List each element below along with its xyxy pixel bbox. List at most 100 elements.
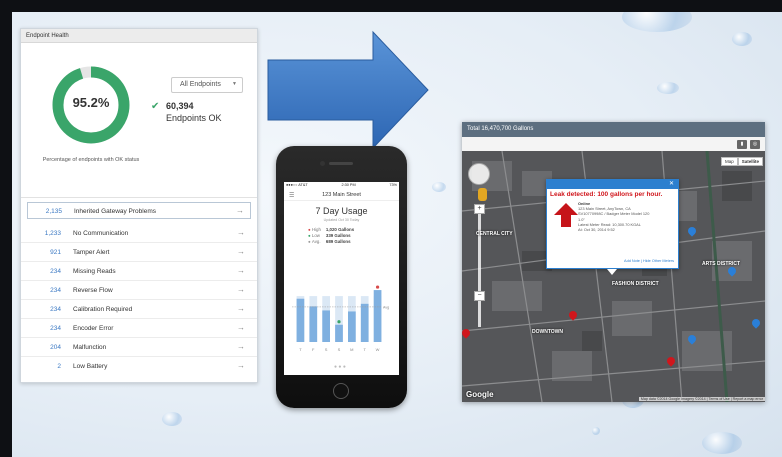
usage-bar[interactable] <box>322 310 330 342</box>
arrow-right-icon: → <box>237 342 245 351</box>
usage-bar[interactable] <box>296 298 305 342</box>
meter-model: SV10770998C / Badger Meter Model 120 <box>578 211 650 217</box>
water-drop <box>657 82 679 94</box>
water-drop <box>592 427 600 435</box>
leak-title: Leak detected: 100 gallons per hour. <box>550 191 663 198</box>
district-label: CENTRAL CITY <box>476 231 513 237</box>
popup-tail <box>607 269 617 275</box>
issue-row-encoder-error[interactable]: 234 Encoder Error → <box>21 319 257 338</box>
nav-title: 123 Main Street <box>322 192 361 198</box>
leak-details: Online 123 Main Street, AnyTown, CA SV10… <box>578 201 649 232</box>
issue-row-tamper-alert[interactable]: 921 Tamper Alert → <box>21 243 257 262</box>
ok-percent: 95.2% <box>72 95 110 110</box>
usage-bar[interactable] <box>348 311 356 342</box>
usage-tick-label: W <box>376 347 380 352</box>
home-button[interactable] <box>333 383 349 399</box>
legend-avg: ● Avg. 689 Gallons <box>308 239 351 244</box>
zoom-in-button[interactable]: + <box>474 204 485 214</box>
issue-label: Inherited Gateway Problems <box>74 208 157 215</box>
map-terms[interactable]: Map data ©2014 Google Imagery ©2014 | Te… <box>638 397 765 401</box>
endpoint-summary: 95.2% Percentage of endpoints with OK st… <box>21 43 257 198</box>
google-logo: Google <box>466 390 494 399</box>
filter-value: All Endpoints <box>180 81 221 88</box>
popup-links[interactable]: Add Note | Hide Other Meters <box>624 259 674 263</box>
water-drop <box>162 412 182 426</box>
chart-icon[interactable]: ▮ <box>737 140 747 149</box>
usage-legend: ● High 1,020 Gallons ● Low 339 Gallons ● A… <box>284 227 399 245</box>
arrow-right-icon: → <box>237 361 245 370</box>
hamburger-menu-icon[interactable]: ☰ <box>289 192 294 199</box>
usage-bar[interactable] <box>335 324 343 342</box>
usage-title: 7 Day Usage <box>315 206 368 216</box>
camera-icon <box>320 161 325 166</box>
issue-label: Missing Reads <box>73 268 116 275</box>
usage-tick-label: F <box>312 347 315 352</box>
issue-label: Reverse Flow <box>73 287 113 294</box>
issue-row-calibration-required[interactable]: 234 Calibration Required → <box>21 300 257 319</box>
issue-row-inherited-gateway[interactable]: 2,135 Inherited Gateway Problems → <box>27 202 251 219</box>
arrow-right-icon: → <box>237 304 245 313</box>
issue-count: 2,135 <box>45 208 62 215</box>
issue-row-reverse-flow[interactable]: 234 Reverse Flow → <box>21 281 257 300</box>
issue-row-low-battery[interactable]: 2 Low Battery → <box>21 357 257 376</box>
water-drop <box>732 32 752 46</box>
close-icon[interactable]: ✕ <box>669 180 674 187</box>
pan-control[interactable] <box>468 163 490 185</box>
usage-tick-label: T <box>299 347 302 352</box>
usage-bar-chart: T F S S M T W Avg <box>292 285 389 352</box>
globe-icon[interactable]: ◎ <box>750 140 760 149</box>
map-view[interactable]: Map Satellite + − CENTRAL CITY FASHION D… <box>462 151 765 402</box>
flow-arrow-icon <box>267 30 429 150</box>
app-nav-bar: ☰ 123 Main Street <box>284 189 399 201</box>
issue-row-malfunction[interactable]: 204 Malfunction → <box>21 338 257 357</box>
arrow-right-icon: → <box>237 247 245 256</box>
issue-row-no-communication[interactable]: 1,233 No Communication → <box>21 224 257 243</box>
usage-bar[interactable] <box>360 303 369 342</box>
usage-subtitle: Updated Oct 30 Today <box>323 218 360 222</box>
usage-avg-label: Avg <box>383 305 389 309</box>
status-bar: ●●●○○ AT&T 2:30 PM 73% <box>284 182 399 189</box>
usage-low-marker <box>337 320 341 324</box>
issue-row-missing-reads[interactable]: 234 Missing Reads → <box>21 262 257 281</box>
map-type-satellite[interactable]: Satellite <box>737 157 763 166</box>
issue-count: 204 <box>50 344 61 351</box>
usage-bar[interactable] <box>373 290 382 342</box>
endpoint-filter-select[interactable]: All Endpoints ▼ <box>171 77 243 93</box>
phone-screen: ●●●○○ AT&T 2:30 PM 73% ☰ 123 Main Street… <box>284 182 399 375</box>
issue-count: 234 <box>50 325 61 332</box>
ok-label: Endpoints OK <box>166 113 222 123</box>
map-type-map[interactable]: Map <box>720 157 738 166</box>
issue-label: Encoder Error <box>73 325 114 332</box>
water-drop <box>622 12 692 32</box>
checkmark-icon: ✔ <box>151 101 160 112</box>
issue-count: 234 <box>50 268 61 275</box>
issue-count: 2 <box>57 363 61 370</box>
district-label: ARTS DISTRICT <box>702 261 741 267</box>
issue-label: Malfunction <box>73 344 107 351</box>
read-time: At: Oct 30, 2014 9:52 <box>578 227 615 233</box>
arrow-right-icon: → <box>237 228 245 237</box>
water-drop <box>432 182 446 192</box>
leak-alert-arrow-icon <box>554 203 578 227</box>
popup-header: ✕ <box>547 180 678 189</box>
district-label: FASHION DISTRICT <box>612 281 659 287</box>
zoom-out-button[interactable]: − <box>474 291 485 301</box>
map-title: Total 16,470,700 Gallons <box>462 122 765 137</box>
map-toolbar: ▮ ◎ <box>462 137 765 151</box>
usage-high-marker <box>375 285 380 289</box>
issue-count: 1,233 <box>44 230 61 237</box>
donut-caption: Percentage of endpoints with OK status <box>42 157 140 163</box>
zoom-slider[interactable] <box>478 207 481 327</box>
issue-label: Low Battery <box>73 363 108 370</box>
usage-tick-label: T <box>363 347 366 352</box>
mobile-phone: ●●●○○ AT&T 2:30 PM 73% ☰ 123 Main Street… <box>276 146 407 408</box>
leak-popup: ✕ Leak detected: 100 gallons per hour. O… <box>546 179 679 275</box>
usage-bar[interactable] <box>309 306 318 342</box>
page-dots: ● ● ● <box>334 364 346 370</box>
map-panel: Total 16,470,700 Gallons ▮ ◎ Map Satelli… <box>462 122 765 402</box>
panel-title: Endpoint Health <box>21 29 257 43</box>
street-view-pegman-icon[interactable] <box>478 188 487 201</box>
issue-count: 921 <box>50 249 61 256</box>
endpoint-health-panel: Endpoint Health 95.2% Percentage of endp… <box>20 28 258 383</box>
speaker-icon <box>329 162 353 165</box>
